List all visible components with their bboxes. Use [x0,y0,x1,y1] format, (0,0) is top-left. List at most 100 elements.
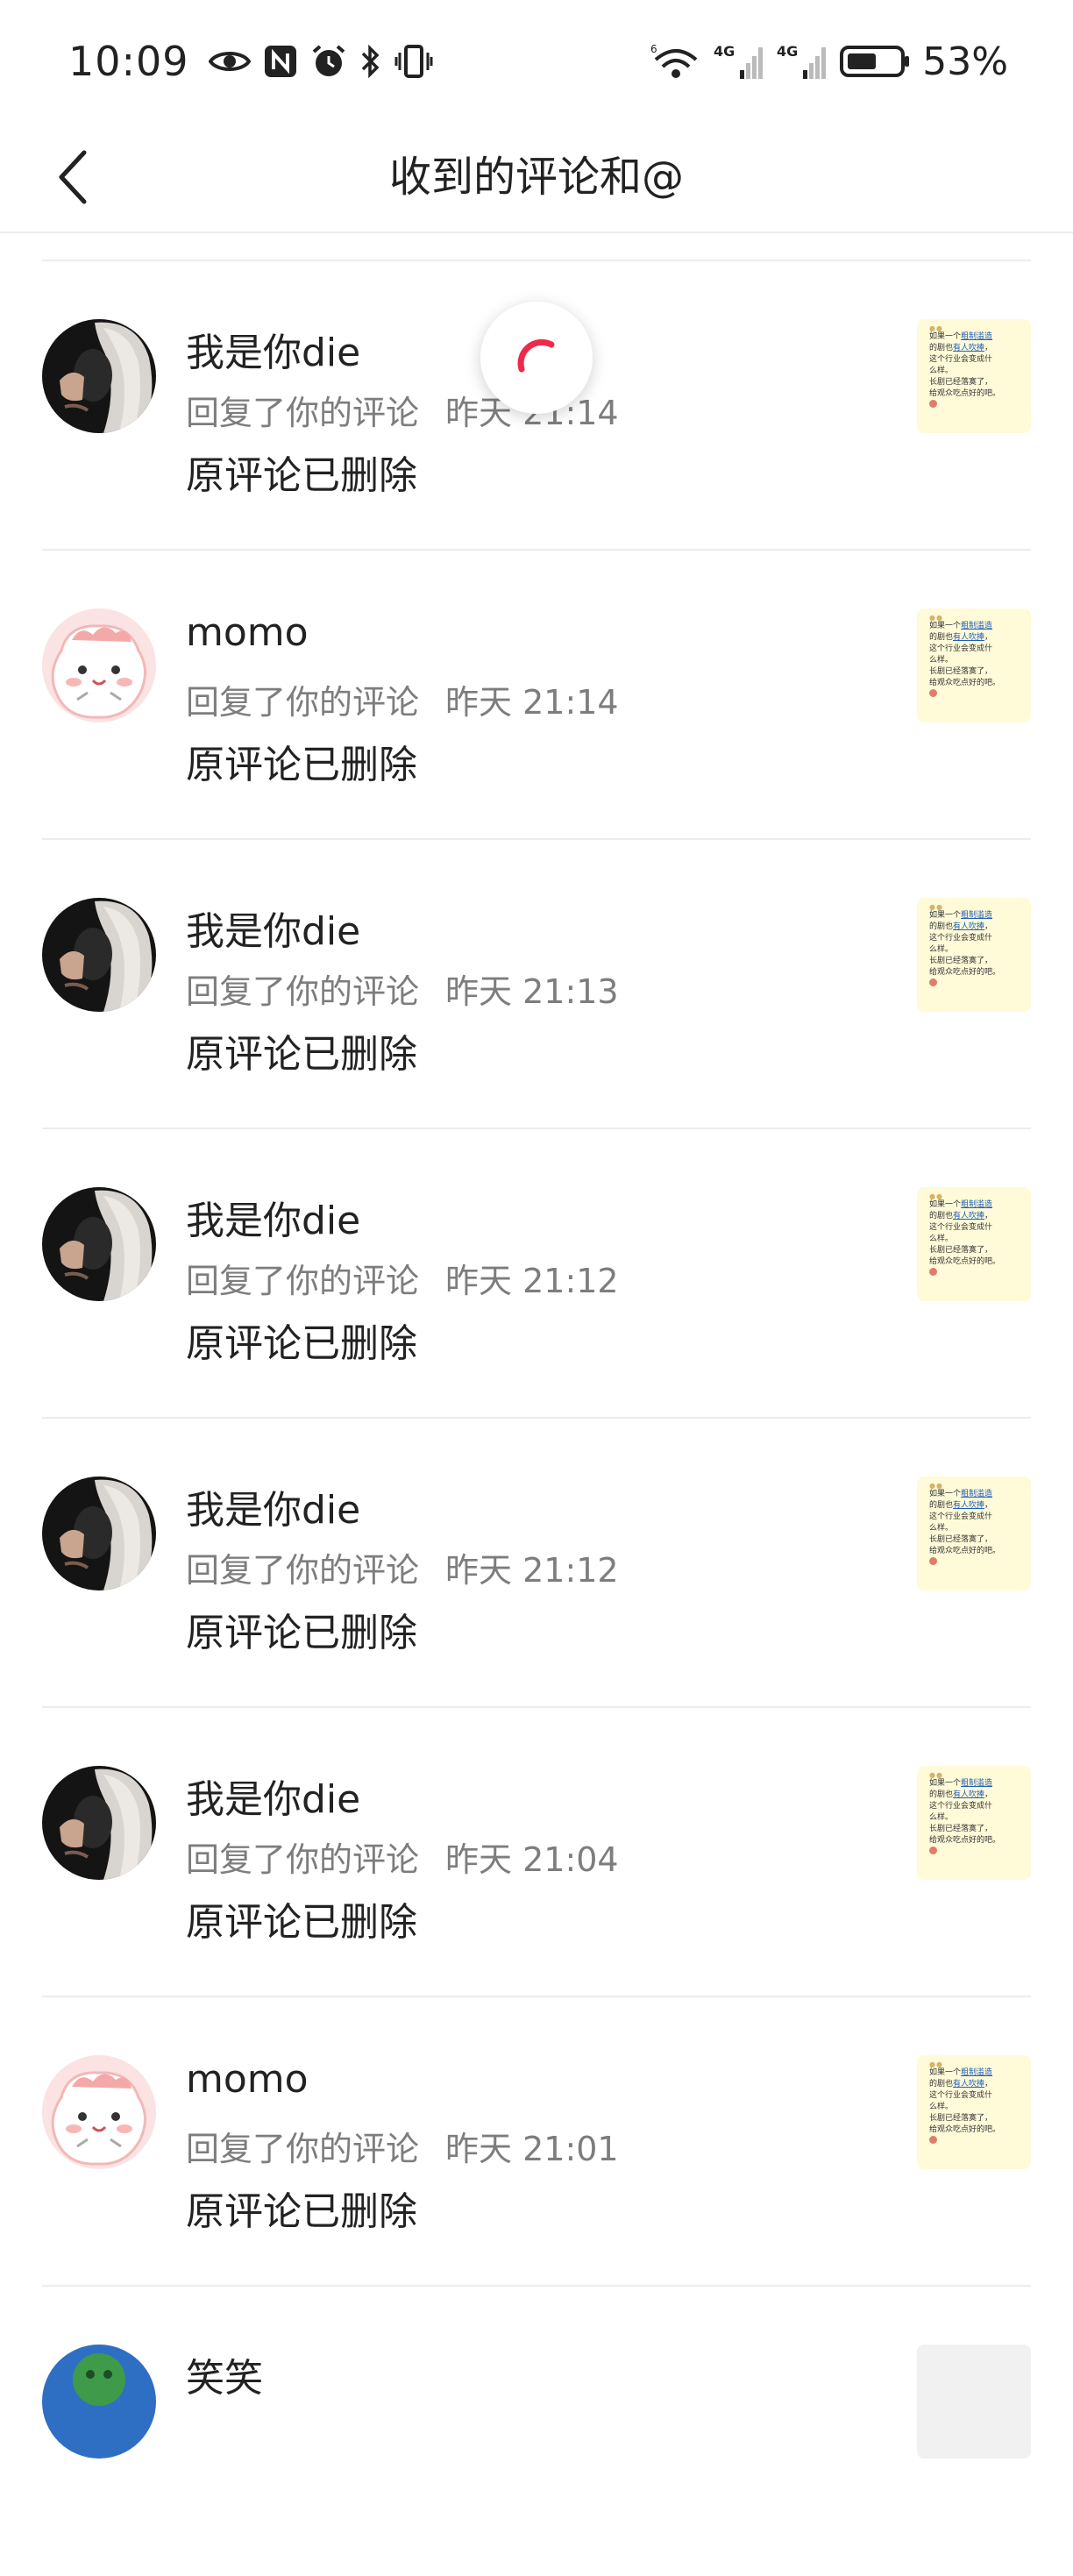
emoji-icon [929,689,937,697]
thumb-text: 这个行业会变成什 [929,1512,993,1521]
comment-content: 原评论已删除 [186,1611,417,1655]
emoji-icon [929,1847,937,1854]
post-thumbnail[interactable] [917,2345,1031,2459]
user-name[interactable]: 我是你die [186,1768,360,1824]
loading-spinner [480,302,593,414]
thumb-text: ， [984,633,993,642]
post-thumbnail[interactable]: ●● 如果一个粗制滥造 的剧也有人吹捧， 这个行业会变成什 么样。 长剧已经落寞了， 给观众… [917,608,1031,722]
thumb-text: 么样。 [929,366,954,375]
list-item[interactable]: 笑笑 [0,2287,1073,2576]
user-name[interactable]: 我是你die [186,1478,360,1534]
avatar[interactable] [42,1477,156,1590]
thumb-text: 如果一个 [929,1779,962,1788]
thumb-text: 给观众吃点好的吧。 [929,1257,1001,1266]
loading-icon [517,338,555,373]
thumb-text: 这个行业会变成什 [929,1223,993,1232]
thumb-text: 的剧也 [929,633,954,642]
avatar[interactable] [42,898,156,1012]
action-text: 回复了你的评论 [186,2130,420,2168]
post-thumbnail[interactable]: ●● 如果一个粗制滥造 的剧也有人吹捧， 这个行业会变成什 么样。 长剧已经落寞了， 给观众… [917,2055,1031,2169]
thumb-decoration: ●● [929,1482,943,1490]
thumb-text: 这个行业会变成什 [929,2091,993,2100]
avatar-image [42,1766,156,1880]
avatar[interactable] [42,1187,156,1301]
avatar-image [42,1477,156,1590]
thumb-highlight: 粗制滥造 [961,1779,993,1788]
battery-icon [840,44,910,79]
avatar-image [42,608,156,722]
comment-content: 原评论已删除 [186,2189,417,2234]
user-name[interactable]: 我是你die [186,1189,360,1245]
thumb-text: 长剧已经落寞了， [929,1246,993,1255]
avatar[interactable] [42,1766,156,1880]
thumb-text: 给观众吃点好的吧。 [929,1836,1001,1845]
thumb-text: 么样。 [929,945,954,954]
emoji-icon [929,978,937,986]
user-name[interactable]: momo [186,2057,309,2102]
user-name[interactable]: momo [186,610,309,655]
user-name[interactable]: 我是你die [186,900,360,956]
thumb-text: 给观众吃点好的吧。 [929,2125,1001,2134]
thumb-text: ， [984,1212,993,1220]
thumb-text: 长剧已经落寞了， [929,957,993,965]
avatar[interactable] [42,319,156,433]
user-name[interactable]: 笑笑 [186,2346,263,2402]
thumb-highlight: 有人吹捧 [953,922,985,931]
status-bar: 10:09 6 4G 4G 53% [0,0,1073,123]
thumb-text: 如果一个 [929,1490,962,1498]
action-text: 回复了你的评论 [186,1840,420,1879]
timestamp: 昨天 21:01 [445,2130,619,2168]
thumb-text: 这个行业会变成什 [929,355,993,364]
avatar-image [42,319,156,433]
list-item[interactable]: 我是你die 回复了你的评论 昨天 21:04 原评论已删除 ●● 如果一个粗制滥造 的剧也… [0,1708,1073,1997]
comment-content: 原评论已删除 [186,743,417,787]
thumb-text: ， [984,344,993,352]
thumb-text: 么样。 [929,2103,954,2111]
post-thumbnail[interactable]: ●● 如果一个粗制滥造 的剧也有人吹捧， 这个行业会变成什 么样。 长剧已经落寞了， 给观众… [917,1766,1031,1880]
emoji-icon [929,1268,937,1276]
thumb-text: 么样。 [929,1235,954,1243]
thumb-text: 长剧已经落寞了， [929,1825,993,1833]
post-thumbnail[interactable]: ●● 如果一个粗制滥造 的剧也有人吹捧， 这个行业会变成什 么样。 长剧已经落寞了， 给观众… [917,1477,1031,1590]
action-text: 回复了你的评论 [186,1551,420,1590]
list-item[interactable]: momo 回复了你的评论 昨天 21:14 原评论已删除 ●● 如果一个粗制滥造 的剧也有人… [0,551,1073,840]
thumb-text: 这个行业会变成什 [929,644,993,653]
thumb-decoration: ●● [929,1771,943,1779]
thumb-text: 给观众吃点好的吧。 [929,968,1001,977]
thumb-text: 这个行业会变成什 [929,1802,993,1811]
comment-content: 原评论已删除 [186,1900,417,1945]
post-thumbnail[interactable]: ●● 如果一个粗制滥造 的剧也有人吹捧， 这个行业会变成什 么样。 长剧已经落寞了， 给观众… [917,319,1031,433]
thumb-text: 给观众吃点好的吧。 [929,679,1001,687]
list-item[interactable]: 我是你die 回复了你的评论 昨天 21:13 原评论已删除 ●● 如果一个粗制滥造 的剧也… [0,840,1073,1129]
thumb-text: ， [984,922,993,931]
list-item[interactable]: momo 回复了你的评论 昨天 21:01 原评论已删除 ●● 如果一个粗制滥造 的剧也有人… [0,1997,1073,2287]
thumb-text: 如果一个 [929,332,962,341]
avatar[interactable] [42,608,156,722]
comment-meta: 回复了你的评论 昨天 21:13 [186,964,619,1013]
thumb-text: 的剧也 [929,1790,954,1799]
avatar-image [42,1187,156,1301]
battery-percentage: 53% [922,39,1008,84]
wifi-icon: 6 [650,42,701,81]
comment-meta: 回复了你的评论 昨天 21:01 [186,2122,619,2170]
timestamp: 昨天 21:04 [445,1840,619,1879]
avatar[interactable] [42,2345,156,2459]
thumb-text: ， [984,2080,993,2089]
eye-icon [208,47,251,75]
thumb-highlight: 有人吹捧 [953,633,985,642]
user-name[interactable]: 我是你die [186,321,360,377]
thumb-highlight: 粗制滥造 [961,1490,993,1498]
timestamp: 昨天 21:13 [445,972,619,1011]
timestamp: 昨天 21:14 [445,683,619,722]
list-item[interactable]: 我是你die 回复了你的评论 昨天 21:12 原评论已删除 ●● 如果一个粗制滥造 的剧也… [0,1129,1073,1419]
post-thumbnail[interactable]: ●● 如果一个粗制滥造 的剧也有人吹捧， 这个行业会变成什 么样。 长剧已经落寞了， 给观众… [917,1187,1031,1301]
post-thumbnail[interactable]: ●● 如果一个粗制滥造 的剧也有人吹捧， 这个行业会变成什 么样。 长剧已经落寞了， 给观众… [917,898,1031,1012]
network-label-1: 4G [714,43,735,60]
avatar-image [42,2055,156,2169]
list-item[interactable]: 我是你die 回复了你的评论 昨天 21:12 原评论已删除 ●● 如果一个粗制滥造 的剧也… [0,1419,1073,1708]
action-text: 回复了你的评论 [186,1262,420,1300]
thumb-text: 的剧也 [929,344,954,352]
avatar[interactable] [42,2055,156,2169]
thumb-text: 如果一个 [929,911,962,920]
thumb-text: 这个行业会变成什 [929,934,993,943]
